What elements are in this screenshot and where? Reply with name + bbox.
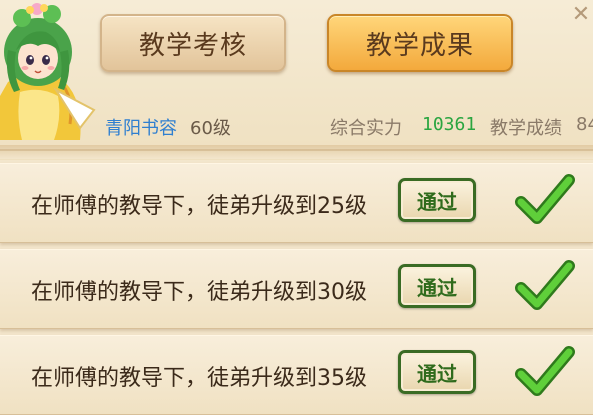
player-info-bar: 青阳书容 60级 综合实力 10361 教学成绩 84 [0, 110, 593, 140]
task-row: 在师傅的教导下，徒弟升级到25级 通过 [0, 163, 593, 243]
score-label: 教学成绩 [490, 118, 562, 139]
tab-teaching-results[interactable]: 教学成果 [327, 14, 513, 72]
tab-teaching-assessment[interactable]: 教学考核 [100, 14, 286, 72]
score-value: 84 [576, 114, 593, 135]
pass-button[interactable]: 通过 [398, 350, 476, 394]
task-description: 在师傅的教导下，徒弟升级到35级 [31, 366, 367, 391]
task-row: 在师傅的教导下，徒弟升级到35级 通过 [0, 335, 593, 415]
task-description: 在师傅的教导下，徒弟升级到30级 [31, 280, 367, 305]
player-name: 青阳书容 [105, 118, 177, 139]
task-row: 在师傅的教导下，徒弟升级到30级 通过 [0, 249, 593, 329]
check-icon [515, 174, 575, 224]
power-value: 10361 [422, 114, 477, 135]
check-icon [515, 260, 575, 310]
check-icon [515, 346, 575, 396]
pass-button[interactable]: 通过 [398, 264, 476, 308]
power-label: 综合实力 [330, 118, 402, 139]
close-icon[interactable]: ✕ [568, 2, 593, 28]
task-description: 在师傅的教导下，徒弟升级到25级 [31, 194, 367, 219]
player-level: 60级 [190, 118, 231, 139]
section-divider [0, 145, 593, 159]
pass-button[interactable]: 通过 [398, 178, 476, 222]
